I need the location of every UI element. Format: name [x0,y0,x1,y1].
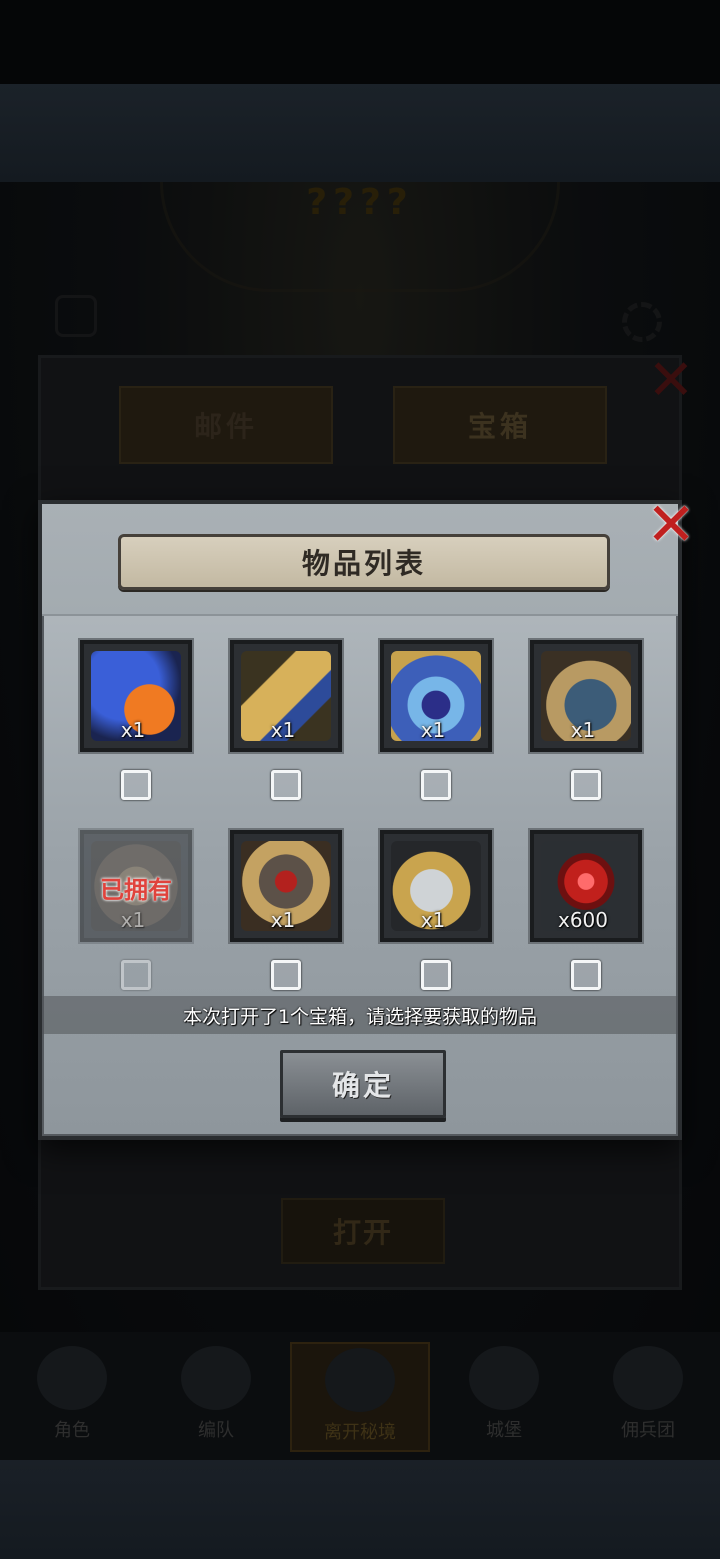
item-list-dialog: 物品列表 ✕ x1 x1 x1 x1 x1 已拥有 x1 x1 x600 本次打… [38,494,696,1140]
item-quantity: x1 [270,718,296,742]
item-slot[interactable]: x1 [80,640,192,758]
close-icon[interactable]: ✕ [640,494,702,556]
item-checkbox[interactable] [421,960,451,990]
item-checkbox[interactable] [271,960,301,990]
nav-label: 离开秘境 [324,1422,396,1443]
item-checkbox-disabled [121,960,151,990]
dialog-title: 物品列表 [118,534,610,590]
item-quantity: x1 [120,718,146,742]
bottom-nav: 角色 编队 离开秘境 城堡 佣兵团 [0,1332,720,1460]
item-quantity: x1 [120,908,146,932]
item-quantity: x1 [270,908,296,932]
nav-label: 佣兵团 [621,1420,675,1441]
bottom-band [0,1460,720,1559]
item-checkbox[interactable] [121,770,151,800]
item-checkbox[interactable] [421,770,451,800]
owned-label: 已拥有 [100,876,172,904]
top-band [0,84,720,182]
mercenary-icon [613,1346,683,1410]
nav-item-mercenary[interactable]: 佣兵团 [578,1342,718,1452]
castle-icon [469,1346,539,1410]
item-checkbox[interactable] [571,770,601,800]
item-slot[interactable]: x600 [530,830,642,948]
item-checkbox[interactable] [571,960,601,990]
item-slot[interactable]: x1 [230,830,342,948]
item-slot[interactable]: x1 [530,640,642,758]
nav-item-leave-realm[interactable]: 离开秘境 [290,1342,430,1452]
nav-item-character[interactable]: 角色 [2,1342,142,1452]
nav-label: 编队 [198,1420,234,1441]
item-quantity: x600 [557,908,608,932]
confirm-button[interactable]: 确定 [280,1050,446,1118]
nav-item-formation[interactable]: 编队 [146,1342,286,1452]
item-checkbox[interactable] [271,770,301,800]
item-quantity: x1 [420,718,446,742]
compass-icon [325,1348,395,1412]
item-slot[interactable]: x1 [380,640,492,758]
item-slot-owned: x1 已拥有 [80,830,192,948]
character-icon [37,1346,107,1410]
nav-label: 城堡 [486,1420,522,1441]
item-slot[interactable]: x1 [380,830,492,948]
item-quantity: x1 [570,718,596,742]
selection-notice: 本次打开了1个宝箱，请选择要获取的物品 [42,996,678,1034]
formation-icon [181,1346,251,1410]
item-quantity: x1 [420,908,446,932]
top-black-bar [0,0,720,84]
nav-item-castle[interactable]: 城堡 [434,1342,574,1452]
nav-label: 角色 [54,1420,90,1441]
item-slot[interactable]: x1 [230,640,342,758]
